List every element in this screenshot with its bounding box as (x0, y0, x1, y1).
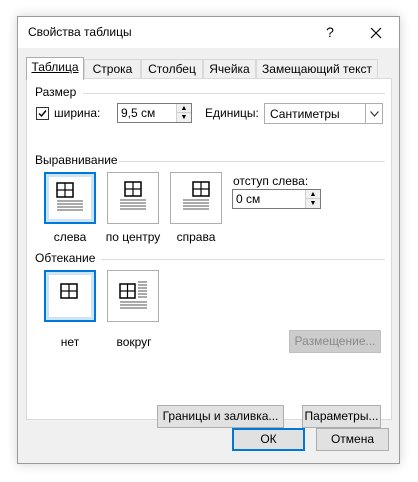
tab-panel: Размер ширина: 9,5 см ▲ ▼ Единицы: Санти… (26, 78, 392, 428)
chevron-down-icon[interactable] (365, 104, 382, 123)
cancel-button[interactable]: Отмена (316, 428, 389, 451)
align-right-option[interactable] (170, 172, 222, 224)
table-align-left-icon (56, 182, 83, 211)
wrap-around-option[interactable] (107, 270, 159, 322)
indent-input-value: 0 см (236, 192, 261, 206)
help-button[interactable]: ? (308, 17, 352, 48)
dialog-title: Свойства таблицы (28, 25, 132, 39)
tab-row[interactable]: Строка (84, 59, 141, 79)
wrap-around-label: вокруг (116, 335, 152, 349)
positioning-button[interactable]: Размещение... (289, 330, 381, 353)
units-select-value: Сантиметры (270, 107, 340, 121)
indent-input[interactable]: 0 см ▲ ▼ (232, 189, 321, 209)
ok-button[interactable]: ОК (232, 428, 305, 451)
units-select[interactable]: Сантиметры (264, 103, 383, 124)
tab-table-label: Таблица (31, 60, 79, 74)
table-align-right-icon (183, 181, 210, 210)
width-checkbox[interactable] (36, 107, 49, 120)
indent-spinner[interactable]: ▲ ▼ (305, 190, 320, 208)
align-left-option[interactable] (44, 172, 96, 224)
table-wrap-around-icon (119, 281, 147, 309)
tab-alt-text[interactable]: Замещающий текст (256, 59, 378, 79)
table-wrap-none-icon (60, 283, 78, 299)
tab-table[interactable]: Таблица (26, 57, 84, 80)
align-right-label: справа (176, 230, 216, 244)
width-spinner[interactable]: ▲ ▼ (176, 104, 191, 122)
tab-alt-text-label: Замещающий текст (262, 62, 372, 76)
table-align-center-icon (120, 181, 146, 210)
checkmark-icon (38, 110, 47, 118)
spin-down-icon[interactable]: ▼ (306, 199, 320, 208)
width-input[interactable]: 9,5 см ▲ ▼ (117, 103, 192, 123)
size-group-label: Размер (35, 85, 77, 99)
wrapping-group-divider (101, 259, 385, 260)
tab-cell-label: Ячейка (209, 62, 250, 76)
alignment-group-label: Выравнивание (35, 153, 118, 167)
close-button[interactable] (354, 17, 398, 48)
spin-up-icon[interactable]: ▲ (306, 190, 320, 199)
alignment-group-divider (119, 161, 385, 162)
align-center-option[interactable] (107, 172, 159, 224)
align-center-label: по центру (105, 230, 161, 244)
units-label: Единицы: (205, 106, 259, 120)
wrap-none-option[interactable] (44, 270, 96, 322)
title-bar: Свойства таблицы ? (18, 17, 399, 48)
tab-column-label: Столбец (148, 62, 196, 76)
align-left-label: слева (53, 230, 87, 244)
spin-down-icon[interactable]: ▼ (177, 113, 191, 122)
size-group-divider (83, 93, 385, 94)
tab-column[interactable]: Столбец (141, 59, 203, 79)
wrapping-group-label: Обтекание (35, 251, 96, 265)
tab-row-label: Строка (92, 62, 133, 76)
table-properties-dialog: Свойства таблицы ? Таблица Строка Столбе… (17, 16, 400, 464)
width-input-value: 9,5 см (121, 106, 156, 120)
borders-shading-button[interactable]: Границы и заливка... (157, 405, 284, 428)
tab-cell[interactable]: Ячейка (203, 59, 256, 79)
wrap-none-label: нет (60, 335, 80, 349)
indent-label: отступ слева: (233, 174, 309, 188)
options-button[interactable]: Параметры... (302, 405, 381, 428)
close-icon (370, 27, 382, 39)
spin-up-icon[interactable]: ▲ (177, 104, 191, 113)
width-label: ширина: (54, 106, 101, 120)
